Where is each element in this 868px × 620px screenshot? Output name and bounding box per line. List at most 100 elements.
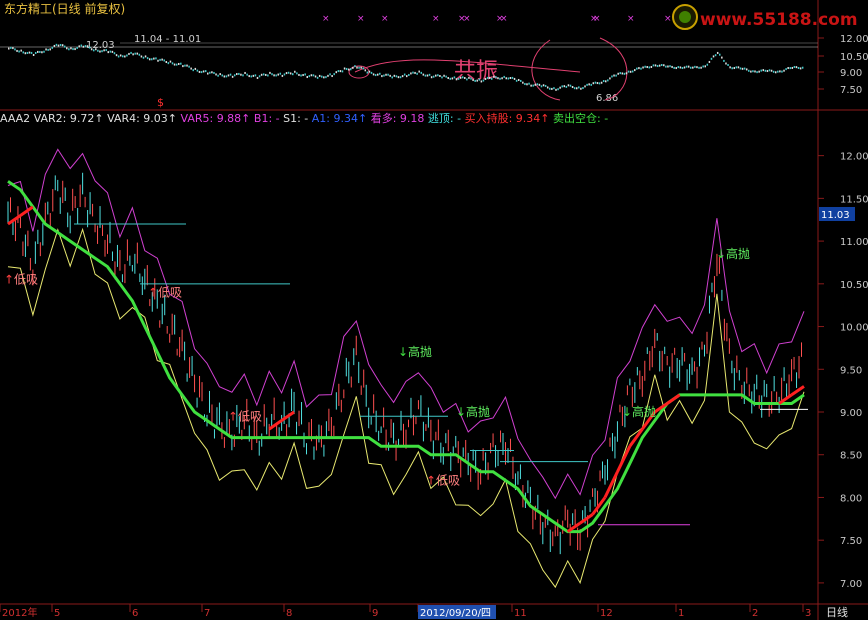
top-price-dot xyxy=(590,83,592,86)
top-price-dot xyxy=(764,69,767,72)
top-price-dot xyxy=(801,66,804,69)
top-price-dot xyxy=(217,74,219,77)
top-price-dot xyxy=(472,79,474,82)
top-tick-label: 7.50 xyxy=(840,85,862,96)
top-price-dots xyxy=(8,43,804,91)
top-price-dot xyxy=(66,47,68,50)
buy-arrow-icon: ↑ xyxy=(228,409,238,423)
top-price-dot xyxy=(397,76,400,79)
top-price-dot xyxy=(207,72,209,75)
indicator-item: VAR2: 9.72↑ xyxy=(34,112,107,125)
top-price-dot xyxy=(497,77,499,80)
top-price-dot xyxy=(321,75,323,78)
top-tick-label: 10.50 xyxy=(840,52,868,63)
sell-arrow-icon: ↓ xyxy=(716,247,726,261)
top-price-dot xyxy=(642,66,644,69)
sell-arrow-icon: ↓ xyxy=(456,405,466,419)
top-price-dot xyxy=(669,65,671,68)
trend-segment-red xyxy=(666,393,681,405)
top-price-dot xyxy=(789,67,791,70)
top-price-dot xyxy=(636,67,638,70)
top-price-dot xyxy=(304,73,306,76)
top-price-dot xyxy=(285,72,288,75)
top-x-marker: × xyxy=(357,14,365,24)
top-price-dot xyxy=(702,65,704,68)
top-price-dot xyxy=(372,73,375,76)
top-price-dot xyxy=(553,87,555,90)
indicator-item: 看多: 9.18 xyxy=(371,111,428,125)
top-price-dot xyxy=(768,69,771,72)
indicator-item: AAA2 xyxy=(0,112,34,125)
top-price-dot xyxy=(22,51,25,54)
band-lines xyxy=(7,148,805,589)
top-price-dot xyxy=(258,75,261,78)
top-price-dot xyxy=(188,65,190,68)
top-price-dot xyxy=(679,66,682,69)
top-price-dot xyxy=(30,51,33,54)
x-tick-label: 3 xyxy=(805,608,811,619)
dollar-marker: $ xyxy=(157,96,164,109)
top-price-dot xyxy=(774,71,777,74)
top-price-dot xyxy=(341,70,344,73)
y-tick-label: 8.00 xyxy=(840,493,862,504)
top-price-dot xyxy=(760,69,762,72)
top-price-dot xyxy=(122,55,124,58)
top-price-dot xyxy=(61,44,64,47)
stock-chart-svg[interactable]: 东方精工(日线 前复权) www.55188.com 12.03 11.04 -… xyxy=(0,0,868,620)
top-price-dot xyxy=(14,48,16,51)
top-price-dot xyxy=(719,53,721,56)
top-price-dot xyxy=(146,57,149,60)
top-price-dot xyxy=(650,65,653,68)
top-price-dot xyxy=(673,66,675,69)
top-price-dot xyxy=(354,65,356,68)
top-price-dot xyxy=(267,74,269,77)
top-price-dot xyxy=(578,86,580,89)
top-tick-label: 9.00 xyxy=(840,68,862,79)
top-price-dot xyxy=(600,81,603,84)
top-price-dot xyxy=(631,70,634,73)
top-price-dot xyxy=(231,75,234,78)
top-price-dot xyxy=(737,66,740,69)
top-price-dot xyxy=(376,73,379,76)
top-price-dot xyxy=(314,75,317,78)
top-price-dot xyxy=(557,88,559,91)
top-price-dot xyxy=(646,66,648,69)
top-price-dot xyxy=(157,59,159,62)
top-price-dot xyxy=(582,87,584,90)
top-price-dot xyxy=(316,76,319,79)
top-price-dot xyxy=(430,76,433,79)
top-price-dot xyxy=(406,75,408,78)
top-price-dot xyxy=(727,63,729,66)
top-price-dot xyxy=(252,74,255,77)
top-price-dot xyxy=(602,80,605,83)
top-price-dot xyxy=(420,71,423,74)
top-x-marker: × xyxy=(432,14,440,24)
top-price-dot xyxy=(627,70,630,73)
top-price-dot xyxy=(28,51,31,54)
sell-signal-label: 高抛 xyxy=(632,404,656,419)
top-price-dot xyxy=(111,50,114,53)
top-price-dot xyxy=(119,54,122,57)
top-price-dot xyxy=(161,58,163,61)
top-price-dot xyxy=(53,44,56,47)
top-price-dot xyxy=(327,74,329,77)
top-price-dot xyxy=(505,77,507,80)
top-price-dot xyxy=(447,77,449,80)
top-price-dot xyxy=(370,71,373,74)
top-price-dot xyxy=(302,74,304,77)
top-price-dot xyxy=(18,50,20,53)
top-price-dot xyxy=(379,72,381,75)
top-price-dot xyxy=(356,66,358,69)
trend-segment-red xyxy=(579,513,594,525)
top-x-marker: × xyxy=(500,14,508,24)
top-price-dot xyxy=(781,70,783,73)
top-price-dot xyxy=(455,78,458,81)
y-tick-label: 9.00 xyxy=(840,408,862,419)
top-price-dot xyxy=(685,65,688,68)
top-price-dot xyxy=(534,83,537,86)
top-price-dot xyxy=(171,62,174,65)
top-price-dot xyxy=(387,73,389,76)
top-price-dot xyxy=(273,74,275,77)
top-price-dot xyxy=(629,70,632,73)
top-price-dot xyxy=(478,78,481,81)
